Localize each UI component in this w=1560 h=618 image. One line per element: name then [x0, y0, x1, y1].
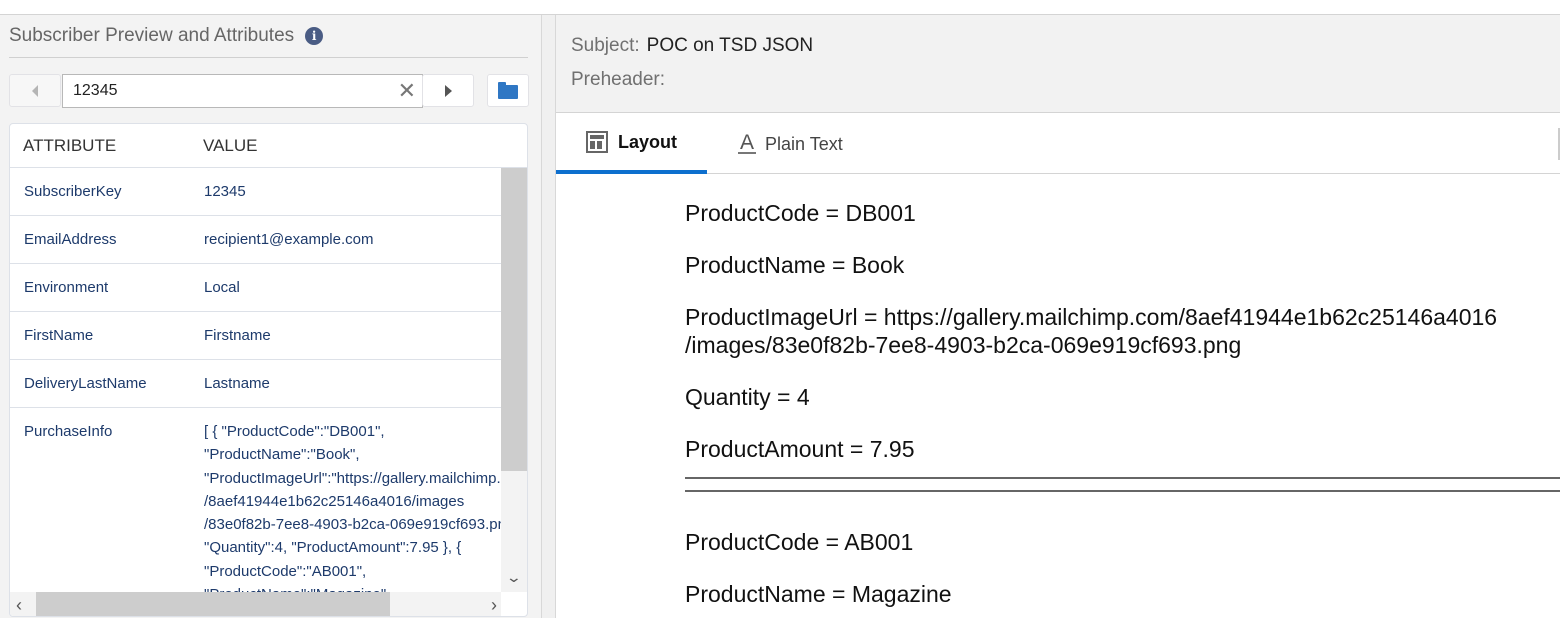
value-cell: recipient1@example.com: [204, 231, 374, 248]
attribute-cell: Environment: [24, 279, 109, 296]
table-row: Environment Local: [10, 264, 501, 312]
json-line: "ProductCode":"AB001",: [204, 562, 367, 580]
info-icon[interactable]: i: [305, 27, 324, 45]
tab-plain-text[interactable]: A Plain Text: [738, 114, 843, 174]
subject-row: Subject: POC on TSD JSON: [571, 35, 813, 57]
vertical-scrollbar[interactable]: ⌄: [501, 168, 527, 592]
divider: [9, 57, 528, 58]
attribute-cell: PurchaseInfo: [24, 423, 113, 440]
subscriber-search: ✕: [62, 74, 423, 108]
subscriber-search-input[interactable]: [63, 75, 383, 107]
table-header: ATTRIBUTE VALUE: [10, 124, 527, 168]
attribute-cell: FirstName: [24, 327, 94, 344]
json-line: "ProductImageUrl":"https://gallery.mailc…: [204, 469, 501, 487]
column-header-attribute: ATTRIBUTE: [23, 135, 117, 155]
vertical-scroll-thumb[interactable]: [501, 168, 527, 471]
attribute-cell: DeliveryLastName: [24, 375, 147, 392]
next-subscriber-button[interactable]: [422, 74, 474, 107]
caret-left-icon: [32, 84, 38, 97]
product-quantity: Quantity = 4: [685, 384, 810, 410]
layout-icon: [586, 131, 608, 153]
table-row: FirstName Firstname: [10, 312, 501, 360]
value-cell: Firstname: [204, 327, 271, 344]
attribute-cell: SubscriberKey: [24, 183, 122, 200]
product-code: ProductCode = DB001: [685, 200, 916, 226]
json-line: [ { "ProductCode":"DB001",: [204, 423, 385, 440]
product-name: ProductName = Magazine: [685, 581, 952, 607]
preview-tabs: Layout A Plain Text: [556, 114, 1560, 174]
product-image-url-cont: /images/83e0f82b-7ee8-4903-b2ca-069e919c…: [685, 332, 1242, 358]
attribute-cell: EmailAddress: [24, 231, 117, 248]
column-header-value: VALUE: [203, 135, 258, 155]
horizontal-scrollbar[interactable]: ‹ ›: [10, 592, 501, 616]
product-image-url: ProductImageUrl = https://gallery.mailch…: [685, 304, 1498, 330]
product-name: ProductName = Book: [685, 252, 905, 278]
preheader-row: Preheader:: [571, 69, 672, 91]
panel-splitter[interactable]: [541, 15, 556, 618]
email-preview-panel: Subject: POC on TSD JSON Preheader: Layo…: [556, 15, 1560, 618]
chevron-down-icon[interactable]: ⌄: [506, 569, 522, 586]
table-row: SubscriberKey 12345: [10, 168, 501, 216]
value-cell: Lastname: [204, 375, 270, 392]
tab-layout[interactable]: Layout: [556, 114, 707, 174]
product-amount: ProductAmount = 7.95: [685, 436, 915, 462]
subject-label: Subject:: [571, 35, 640, 56]
value-cell: Local: [204, 279, 240, 296]
panel-title-text: Subscriber Preview and Attributes: [9, 25, 295, 46]
panel-title: Subscriber Preview and Attributes i: [9, 25, 324, 47]
chevron-left-icon[interactable]: ‹: [16, 595, 22, 616]
chevron-right-icon[interactable]: ›: [491, 595, 497, 616]
folder-icon: [498, 81, 518, 99]
table-row: DeliveryLastName Lastname: [10, 360, 501, 408]
json-line: /83e0f82b-7ee8-4903-b2ca-069e919cf693.pn…: [204, 516, 501, 534]
product-separator: [685, 477, 1560, 492]
product-code: ProductCode = AB001: [685, 529, 914, 555]
preheader-label: Preheader:: [571, 69, 666, 90]
table-row: PurchaseInfo [ { "ProductCode":"DB001", …: [10, 408, 501, 592]
clear-icon[interactable]: ✕: [398, 80, 416, 102]
browse-button[interactable]: [487, 74, 529, 107]
value-cell-json: [ { "ProductCode":"DB001", "ProductName"…: [190, 408, 501, 592]
json-line: "Quantity":4, "ProductAmount":7.95 }, {: [204, 539, 462, 557]
email-body-preview: ProductCode = DB001 ProductName = Book P…: [685, 175, 1560, 618]
attributes-table: ATTRIBUTE VALUE SubscriberKey 12345 Emai…: [9, 123, 528, 617]
previous-subscriber-button[interactable]: [9, 74, 61, 107]
json-line: /8aef41944e1b62c25146a4016/images: [204, 492, 465, 510]
horizontal-scroll-thumb[interactable]: [36, 592, 390, 616]
top-bar: [0, 0, 1560, 15]
email-meta: Subject: POC on TSD JSON Preheader:: [556, 15, 1560, 113]
caret-right-icon: [444, 84, 452, 97]
table-row: EmailAddress recipient1@example.com: [10, 216, 501, 264]
tab-label: Layout: [618, 131, 678, 152]
plain-text-icon: A: [738, 131, 757, 154]
value-cell: 12345: [204, 183, 246, 200]
table-body: SubscriberKey 12345 EmailAddress recipie…: [10, 168, 501, 592]
subscriber-panel: Subscriber Preview and Attributes i ✕ AT…: [0, 15, 541, 618]
tab-label: Plain Text: [765, 133, 843, 154]
json-line: "ProductName":"Magazine",: [204, 583, 501, 592]
json-line: "ProductName":"Book",: [204, 446, 360, 464]
subject-value: POC on TSD JSON: [646, 35, 814, 56]
